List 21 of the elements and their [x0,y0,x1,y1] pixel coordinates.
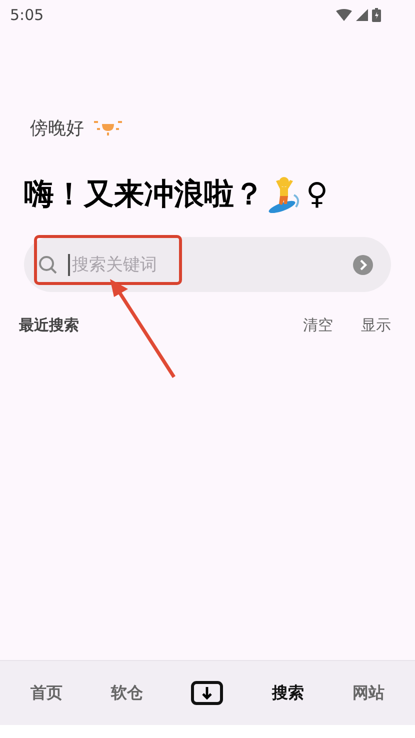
recent-action-link[interactable]: 清空 [303,316,333,335]
search-field[interactable]: 搜索关键词 [70,254,353,274]
signal-icon [356,9,368,21]
female-sign: ♀ [306,177,328,212]
surfer-icon [268,176,302,212]
nav-tab[interactable]: 网站 [352,682,385,704]
nav-tab[interactable]: 首页 [30,682,62,704]
search-bar[interactable]: 搜索关键词 [24,237,391,292]
recent-action-link[interactable]: 显示 [361,316,391,335]
go-icon[interactable] [353,254,373,274]
nav-tab[interactable]: 软仓 [110,682,143,704]
greeting-text: 傍晚好 [30,117,84,140]
wifi-icon [336,9,352,21]
headline-text: 嗨！又来冲浪啦？ [24,176,264,214]
sun-icon [94,120,122,136]
download-icon[interactable] [191,681,224,705]
status-time: 5:05 [10,6,44,24]
nav-tab[interactable]: 搜索 [272,682,304,704]
section-title: 最近搜索 [19,316,79,335]
search-icon [38,254,58,274]
battery-icon [372,8,381,22]
